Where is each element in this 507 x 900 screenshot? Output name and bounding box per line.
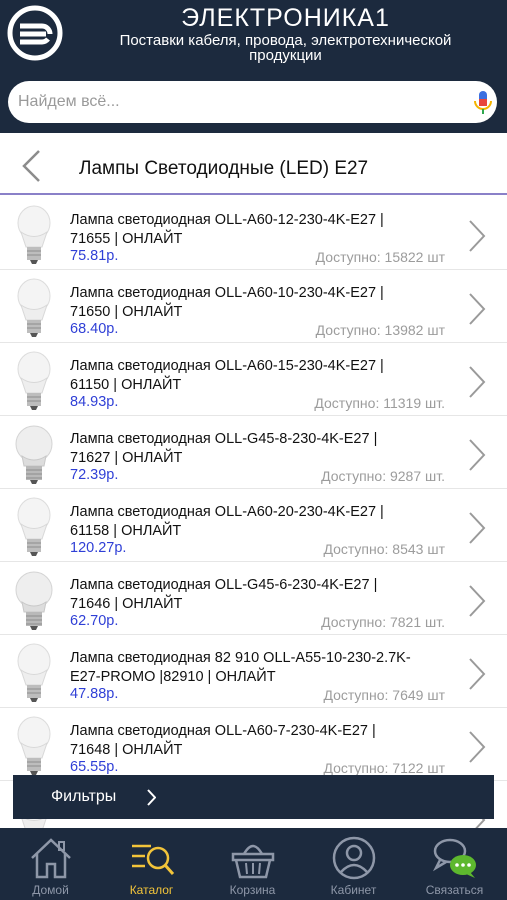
chevron-left-icon[interactable] xyxy=(20,149,42,183)
led-bulb-icon xyxy=(17,351,51,410)
product-name: Лампа светодиодная 82 910 OLL-A55-10-230… xyxy=(70,649,455,687)
product-price: 84.93р. xyxy=(70,394,119,410)
tab-catalog[interactable]: Каталог xyxy=(101,828,202,900)
home-icon xyxy=(31,838,71,879)
product-row[interactable]: Лампа светодиодная OLL-A60-10-230-4K-E27… xyxy=(0,270,507,343)
product-name: Лампа светодиодная OLL-A60-12-230-4K-E27… xyxy=(70,211,455,249)
product-name: Лампа светодиодная OLL-A60-20-230-4K-E27… xyxy=(70,503,455,541)
product-name-line1: Лампа светодиодная OLL-A60-7-230-4K-E27 … xyxy=(70,723,376,739)
microphone-icon[interactable] xyxy=(473,90,493,116)
product-name-line2: 71646 | ОНЛАЙТ xyxy=(70,596,183,612)
product-name: Лампа светодиодная OLL-A60-10-230-4K-E27… xyxy=(70,284,455,322)
product-name-line2: E27-PROMO |82910 | ОНЛАЙТ xyxy=(70,669,276,685)
tab-home-label: Домой xyxy=(32,883,69,897)
product-name-line2: 61150 | ОНЛАЙТ xyxy=(70,377,182,393)
product-name-line2: 71650 | ОНЛАЙТ xyxy=(70,304,183,320)
chevron-right-icon[interactable] xyxy=(468,511,486,545)
chevron-right-icon[interactable] xyxy=(468,219,486,253)
product-name-line2: 71627 | ОНЛАЙТ xyxy=(70,450,183,466)
product-name-line1: Лампа светодиодная OLL-G45-8-230-4K-E27 … xyxy=(70,431,378,447)
product-stock: Доступно: 15822 шт xyxy=(315,249,445,265)
product-stock: Доступно: 7649 шт xyxy=(323,687,445,703)
product-stock: Доступно: 9287 шт. xyxy=(321,468,445,484)
bottom-tab-bar: Домой Каталог Корзина Кабинет Связаться xyxy=(0,828,507,900)
chevron-right-icon[interactable] xyxy=(468,730,486,764)
product-row[interactable]: Лампа светодиодная OLL-G45-6-230-4K-E27 … xyxy=(0,562,507,635)
product-row[interactable]: Лампа светодиодная OLL-G45-8-230-4K-E27 … xyxy=(0,416,507,489)
chat-icon xyxy=(432,838,476,878)
led-bulb-icon xyxy=(15,425,53,484)
tab-cart-label: Корзина xyxy=(229,883,276,897)
search-bar[interactable] xyxy=(8,81,497,123)
product-name: Лампа светодиодная OLL-A60-7-230-4K-E27 … xyxy=(70,722,455,760)
led-bulb-icon xyxy=(17,716,51,775)
product-name: Лампа светодиодная OLL-G45-8-230-4K-E27 … xyxy=(70,430,455,468)
product-name-line2: 61158 | ОНЛАЙТ xyxy=(70,523,182,539)
product-name-line1: Лампа светодиодная OLL-A60-10-230-4K-E27… xyxy=(70,285,384,301)
led-bulb-icon xyxy=(17,205,51,264)
product-name: Лампа светодиодная OLL-A60-15-230-4K-E27… xyxy=(70,357,455,395)
tab-contact-label: Связаться xyxy=(425,883,484,897)
tab-cart[interactable]: Корзина xyxy=(202,828,303,900)
led-bulb-icon xyxy=(17,497,51,556)
chevron-right-icon xyxy=(147,789,156,806)
product-name-line2: 71655 | ОНЛАЙТ xyxy=(70,231,183,247)
product-price: 62.70р. xyxy=(70,613,119,629)
app-header: ЭЛЕКТРОНИКА1 Поставки кабеля, провода, э… xyxy=(0,0,507,133)
basket-icon xyxy=(231,844,275,879)
tab-account[interactable]: Кабинет xyxy=(303,828,404,900)
product-name-line1: Лампа светодиодная OLL-A60-20-230-4K-E27… xyxy=(70,504,384,520)
chevron-right-icon[interactable] xyxy=(468,657,486,691)
product-name-line1: Лампа светодиодная 82 910 OLL-A55-10-230… xyxy=(70,650,411,666)
catalog-search-icon xyxy=(132,844,175,875)
product-price: 120.27р. xyxy=(70,540,127,556)
chevron-right-icon[interactable] xyxy=(468,438,486,472)
product-name: Лампа светодиодная OLL-G45-6-230-4K-E27 … xyxy=(70,576,455,614)
product-row[interactable]: Лампа светодиодная OLL-A60-7-230-4K-E27 … xyxy=(0,708,507,781)
product-price: 75.81р. xyxy=(70,248,119,264)
product-name-line1: Лампа светодиодная OLL-A60-15-230-4K-E27… xyxy=(70,358,384,374)
product-row[interactable]: Лампа светодиодная 82 910 OLL-A55-10-230… xyxy=(0,635,507,708)
tab-catalog-label: Каталог xyxy=(129,883,174,897)
led-bulb-icon xyxy=(15,571,53,630)
product-name-line1: Лампа светодиодная OLL-G45-6-230-4K-E27 … xyxy=(70,577,378,593)
product-stock: Доступно: 7122 шт xyxy=(323,760,445,776)
brand-subtitle-line2: продукции xyxy=(249,47,322,64)
category-navbar: Лампы Светодиодные (LED) E27 xyxy=(0,133,507,195)
led-bulb-icon xyxy=(17,278,51,337)
product-row[interactable]: Лампа светодиодная OLL-A60-20-230-4K-E27… xyxy=(0,489,507,562)
product-price: 72.39р. xyxy=(70,467,119,483)
chevron-right-icon[interactable] xyxy=(468,292,486,326)
product-row[interactable]: Лампа светодиодная OLL-A60-12-230-4K-E27… xyxy=(0,197,507,270)
tab-home[interactable]: Домой xyxy=(0,828,101,900)
filters-button[interactable]: Фильтры xyxy=(13,775,494,819)
search-input[interactable] xyxy=(18,87,458,117)
product-row[interactable]: Лампа светодиодная OLL-A60-15-230-4K-E27… xyxy=(0,343,507,416)
chevron-right-icon[interactable] xyxy=(468,365,486,399)
product-stock: Доступно: 8543 шт xyxy=(323,541,445,557)
product-price: 68.40р. xyxy=(70,321,119,337)
product-stock: Доступно: 13982 шт xyxy=(315,322,445,338)
product-name-line1: Лампа светодиодная OLL-A60-12-230-4K-E27… xyxy=(70,212,384,228)
brand-e-logo-icon xyxy=(7,5,63,61)
page-title: Лампы Светодиодные (LED) E27 xyxy=(79,158,369,179)
product-price: 47.88р. xyxy=(70,686,119,702)
product-stock: Доступно: 11319 шт. xyxy=(314,395,445,411)
brand-title: ЭЛЕКТРОНИКА1 xyxy=(181,4,390,32)
led-bulb-icon xyxy=(17,643,51,702)
filters-label: Фильтры xyxy=(51,788,117,805)
chevron-right-icon[interactable] xyxy=(468,584,486,618)
brand-subtitle-line1: Поставки кабеля, провода, электротехниче… xyxy=(119,32,452,49)
tab-contact[interactable]: Связаться xyxy=(404,828,505,900)
product-price: 65.55р. xyxy=(70,759,119,775)
tab-account-label: Кабинет xyxy=(330,883,377,897)
product-stock: Доступно: 7821 шт. xyxy=(321,614,445,630)
product-name-line2: 71648 | ОНЛАЙТ xyxy=(70,742,183,758)
brand-subtitle: Поставки кабеля, провода, электротехниче… xyxy=(64,33,507,63)
user-icon xyxy=(332,836,376,880)
